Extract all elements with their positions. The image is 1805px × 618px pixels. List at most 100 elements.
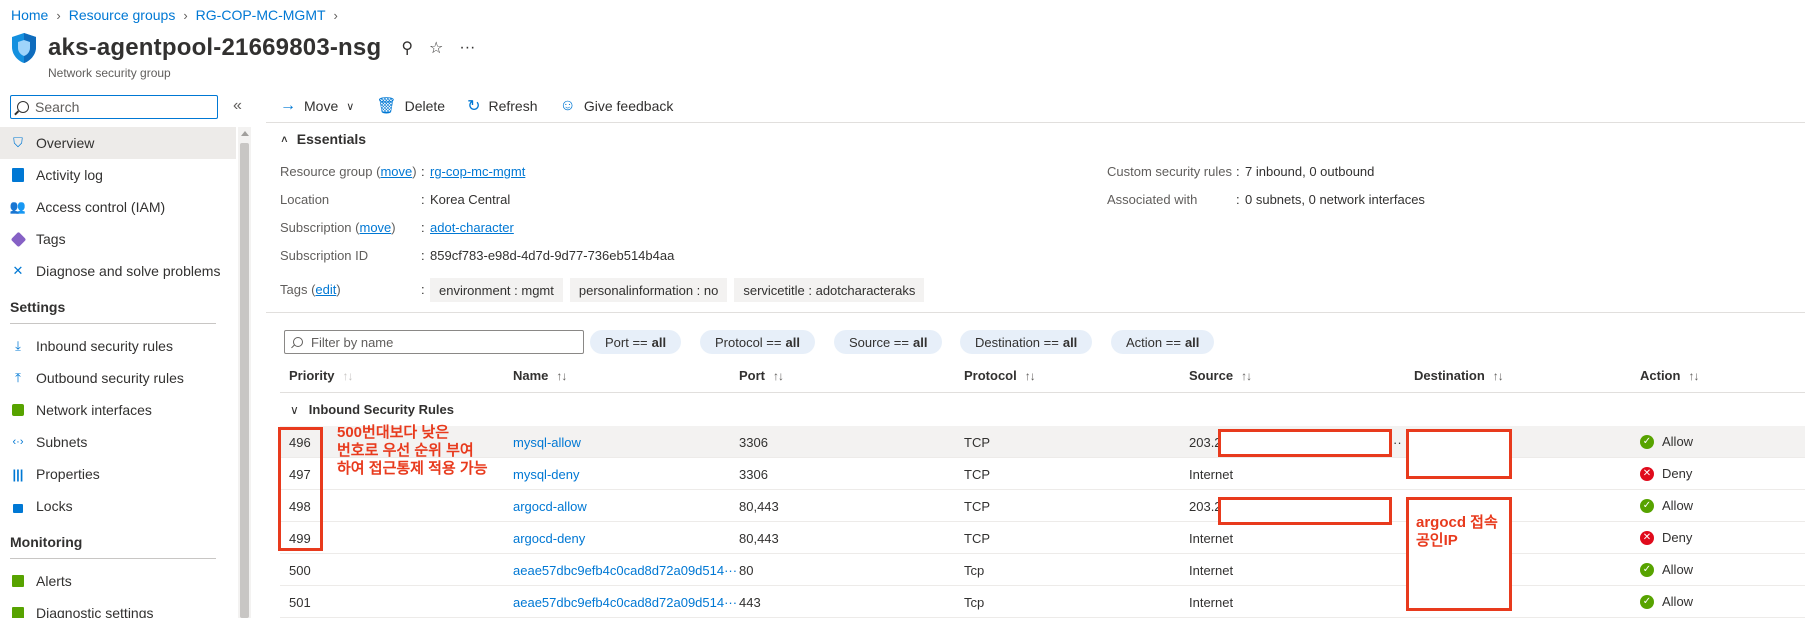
cell-port: 80,443 (739, 499, 779, 514)
cell-name-link[interactable]: aeae57dbc9efb4c0cad8d72a09d514··· (513, 595, 737, 610)
tags-list: environment : mgmt personalinformation :… (430, 278, 931, 302)
resource-group-link[interactable]: rg-cop-mc-mgmt (430, 164, 525, 179)
table-row[interactable] (280, 522, 1805, 554)
sidebar-item-iam[interactable]: 👥 Access control (IAM) (0, 191, 236, 223)
trash-icon: 🗑 (376, 98, 397, 115)
collapse-sidebar-icon[interactable]: « (233, 97, 242, 115)
table-row[interactable] (280, 490, 1805, 522)
pin-icon[interactable]: ⚲ (401, 38, 413, 58)
column-header-source[interactable]: Source ↑↓ (1189, 368, 1252, 383)
edit-tags-link[interactable]: edit (315, 282, 336, 297)
sidebar-item-tags[interactable]: Tags (0, 223, 236, 255)
custom-rules-label: Custom security rules (1107, 164, 1232, 179)
activity-log-icon (10, 167, 26, 183)
feedback-label: Give feedback (583, 98, 674, 114)
delete-button[interactable]: 🗑 Delete (376, 96, 445, 116)
table-row[interactable] (280, 426, 1805, 458)
subscription-label: Subscription (move) (280, 220, 396, 235)
sidebar-item-alerts[interactable]: Alerts (0, 565, 236, 597)
sidebar-search-input[interactable]: Search (10, 95, 218, 119)
column-header-port[interactable]: Port ↑↓ (739, 368, 784, 383)
cell-name-link[interactable]: aeae57dbc9efb4c0cad8d72a09d514··· (513, 563, 737, 578)
cell-action: ✕ Deny (1640, 466, 1692, 481)
scroll-thumb[interactable] (240, 143, 249, 618)
cell-name-link[interactable]: argocd-deny (513, 531, 585, 546)
column-header-name[interactable]: Name ↑↓ (513, 368, 567, 383)
sidebar-item-outbound-rules[interactable]: ⤒ Outbound security rules (0, 362, 236, 394)
filter-pill-port[interactable]: Port == all (590, 330, 682, 354)
feedback-icon: ☺ (559, 97, 576, 114)
column-label: Destination (1414, 368, 1485, 383)
sidebar-item-network-interfaces[interactable]: Network interfaces (0, 394, 236, 426)
sidebar-item-inbound-rules[interactable]: ⤓ Inbound security rules (0, 330, 236, 362)
column-header-action[interactable]: Action ↑↓ (1640, 368, 1699, 383)
chevron-right-icon: › (183, 7, 188, 23)
redacted-source-box (1218, 497, 1392, 525)
sidebar: ⛉ Overview Activity log 👥 Access control… (0, 127, 238, 618)
scroll-up-icon[interactable] (241, 131, 249, 136)
pill-value: all (1062, 334, 1078, 350)
more-icon[interactable]: ··· (459, 39, 475, 57)
breadcrumb-resource-group[interactable]: RG-COP-MC-MGMT (196, 7, 326, 23)
cell-protocol: Tcp (964, 595, 985, 610)
breadcrumb-resource-groups[interactable]: Resource groups (69, 7, 176, 23)
refresh-button[interactable]: ↻ Refresh (467, 96, 537, 116)
filter-pill-destination[interactable]: Destination == all (960, 330, 1093, 354)
table-row[interactable] (280, 458, 1805, 490)
sidebar-item-activity-log[interactable]: Activity log (0, 159, 236, 191)
check-icon: ✓ (1640, 594, 1654, 609)
sidebar-item-label: Access control (IAM) (36, 199, 166, 215)
filter-by-name-input[interactable]: Filter by name (284, 330, 584, 354)
column-header-protocol[interactable]: Protocol ↑↓ (964, 368, 1036, 383)
group-header-inbound[interactable]: ∨ Inbound Security Rules (290, 402, 454, 417)
sort-icon: ↑↓ (1241, 368, 1252, 383)
move-subscription-link[interactable]: move (360, 220, 392, 235)
chevron-right-icon: › (56, 7, 61, 23)
pill-value: all (785, 334, 800, 350)
move-rg-link[interactable]: move (380, 164, 412, 179)
subscription-link[interactable]: adot-character (430, 220, 514, 235)
move-button[interactable]: → Move ∨ (280, 97, 354, 115)
sidebar-item-locks[interactable]: Locks (0, 490, 236, 522)
sidebar-item-properties[interactable]: ||| Properties (0, 458, 236, 490)
essentials-toggle[interactable]: ∧ Essentials (280, 131, 366, 147)
column-label: Name (513, 368, 549, 383)
divider (266, 122, 1805, 123)
cell-name-link[interactable]: mysql-deny (513, 467, 579, 482)
column-header-destination[interactable]: Destination ↑↓ (1414, 368, 1504, 383)
page-header: aks-agentpool-21669803-nsg ⚲ ☆ ··· (10, 32, 475, 64)
sidebar-item-label: Tags (36, 231, 66, 247)
tag-chip[interactable]: servicetitle : adotcharacteraks (734, 278, 925, 302)
filter-pill-protocol[interactable]: Protocol == all (700, 330, 815, 354)
sidebar-item-diagnose[interactable]: ✕ Diagnose and solve problems (0, 255, 236, 287)
cell-source: Internet (1189, 595, 1234, 610)
sort-icon: ↑↓ (342, 368, 354, 383)
breadcrumb-home[interactable]: Home (11, 7, 48, 23)
sidebar-item-diagnostic-settings[interactable]: Diagnostic settings (0, 597, 236, 618)
pill-label: Action == (1126, 334, 1181, 350)
annotation-line: 공인IP (1416, 532, 1458, 549)
pill-label: Protocol == (715, 334, 782, 350)
column-header-priority[interactable]: Priority ↑↓ (289, 368, 354, 383)
sidebar-scrollbar[interactable] (238, 127, 251, 618)
star-icon[interactable]: ☆ (429, 38, 443, 58)
filter-pill-action[interactable]: Action == all (1111, 330, 1215, 354)
give-feedback-button[interactable]: ☺ Give feedback (560, 97, 674, 115)
delete-label: Delete (404, 98, 446, 114)
sidebar-item-subnets[interactable]: ‹·› Subnets (0, 426, 236, 458)
cell-name-link[interactable]: argocd-allow (513, 499, 587, 514)
filter-pill-source[interactable]: Source == all (834, 330, 943, 354)
pill-label: Port == (605, 334, 648, 350)
tag-chip[interactable]: personalinformation : no (569, 278, 728, 302)
check-icon: ✓ (1640, 498, 1654, 513)
sort-icon: ↑↓ (1024, 368, 1036, 383)
table-row[interactable] (280, 554, 1805, 586)
tag-chip[interactable]: environment : mgmt (430, 278, 563, 302)
label-text: Tags (280, 282, 308, 297)
sidebar-item-overview[interactable]: ⛉ Overview (0, 127, 236, 159)
colon: : (421, 248, 425, 263)
table-row[interactable] (280, 586, 1805, 618)
truncation-ellipsis: ·· (1393, 435, 1402, 450)
inbound-icon: ⤓ (15, 338, 21, 353)
cell-name-link[interactable]: mysql-allow (513, 435, 581, 450)
